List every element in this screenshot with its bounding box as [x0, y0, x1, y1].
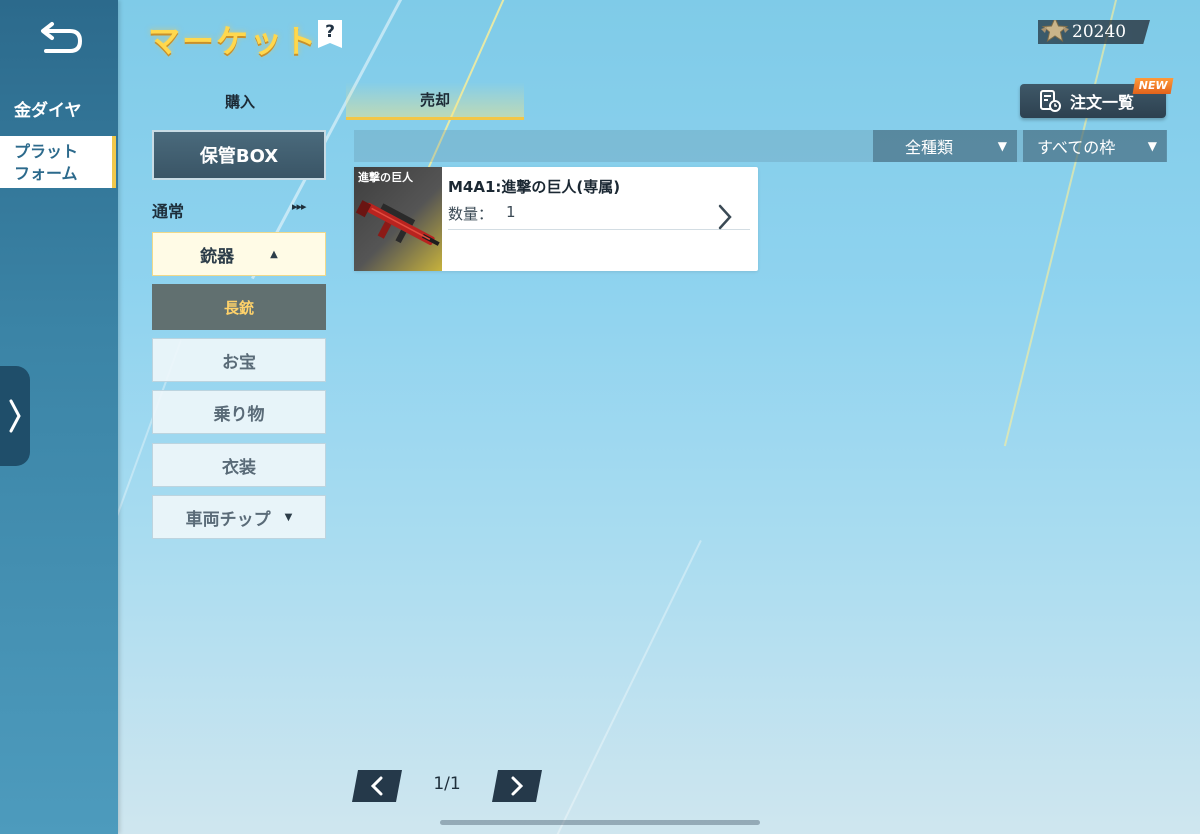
chevron-left-icon — [370, 776, 383, 796]
category-label: 乗り物 — [213, 404, 265, 425]
category-outfit[interactable]: 衣装 — [152, 443, 326, 487]
section-label: 通常 — [152, 202, 185, 221]
order-list-label: 注文一覧 — [1070, 93, 1135, 112]
background-light-streak — [542, 540, 702, 834]
back-button[interactable] — [34, 18, 86, 58]
tab-sell[interactable]: 売却 — [346, 82, 524, 120]
category-vehicle[interactable]: 乗り物 — [152, 390, 326, 434]
item-name: M4A1:進撃の巨人(専属) — [448, 178, 621, 196]
page-indicator: 1/1 — [433, 774, 461, 794]
star-badge-icon — [1040, 20, 1070, 44]
category-long-gun[interactable]: 長銃 — [152, 284, 326, 330]
category-label: 車両チップ — [185, 509, 271, 530]
slot-filter-dropdown[interactable]: すべての枠 ▼ — [1023, 130, 1167, 162]
tab-buy[interactable]: 購入 — [150, 82, 330, 120]
item-card[interactable]: 進撃の巨人 M4A1:進撃の巨人(専属) 数量： 1 — [354, 167, 758, 271]
category-vehicle-chip[interactable]: 車両チップ ▼ — [152, 495, 326, 539]
side-panel-handle[interactable] — [0, 366, 30, 466]
category-label: 衣装 — [222, 457, 256, 478]
rifle-icon — [355, 200, 440, 246]
nav-item-platform[interactable]: プラット フォーム — [0, 136, 116, 188]
chevron-right-icon — [718, 204, 732, 230]
document-clock-icon — [1040, 90, 1061, 112]
category-weapons[interactable]: 銃器 ▲ — [152, 232, 326, 276]
chevron-right-icon — [511, 776, 524, 796]
background-light-streak — [1003, 0, 1122, 447]
triple-arrow-icon[interactable]: ▸▸▸ — [292, 200, 307, 213]
question-icon[interactable]: ? — [318, 20, 342, 48]
nav-item-gold-diamond[interactable]: 金ダイヤ — [0, 96, 118, 126]
caret-down-icon: ▼ — [1147, 139, 1157, 153]
nav-item-label: 金ダイヤ — [14, 101, 82, 121]
caret-up-icon: ▲ — [270, 248, 278, 260]
previous-page-button[interactable] — [352, 770, 402, 802]
tab-label: 購入 — [224, 92, 255, 111]
currency-value: 20240 — [1072, 22, 1127, 42]
storage-box-button[interactable]: 保管BOX — [152, 130, 326, 180]
caret-down-icon: ▼ — [284, 511, 293, 523]
caret-down-icon: ▼ — [997, 139, 1007, 153]
nav-item-label: プラット フォーム — [14, 142, 79, 183]
category-label: 銃器 — [200, 246, 235, 267]
page-title: マーケット — [148, 22, 319, 60]
type-filter-dropdown[interactable]: 全種類 ▼ — [873, 130, 1017, 162]
tab-label: 売却 — [419, 91, 450, 109]
new-badge: NEW — [1132, 78, 1174, 94]
item-thumbnail: 進撃の巨人 — [354, 167, 442, 271]
storage-box-label: 保管BOX — [199, 146, 279, 167]
quantity-label: 数量： — [448, 205, 494, 223]
home-indicator[interactable] — [440, 820, 760, 825]
divider — [448, 229, 750, 230]
category-label: お宝 — [222, 352, 256, 373]
dropdown-value: 全種類 — [905, 138, 954, 157]
currency-display: 20240 — [1038, 20, 1150, 44]
category-treasure[interactable]: お宝 — [152, 338, 326, 382]
dropdown-value: すべての枠 — [1037, 138, 1116, 157]
next-page-button[interactable] — [492, 770, 542, 802]
category-label: 長銃 — [223, 298, 254, 317]
chevron-right-icon — [9, 399, 21, 433]
back-arrow-icon — [41, 22, 83, 53]
quantity-value: 1 — [506, 203, 516, 221]
